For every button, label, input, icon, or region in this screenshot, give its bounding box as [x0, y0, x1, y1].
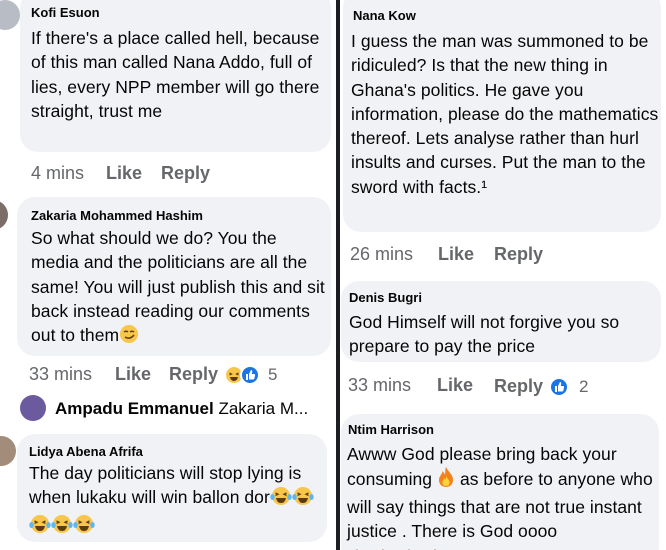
- comment-author[interactable]: Kofi Esuon: [31, 5, 100, 20]
- reply-snippet: Zakaria M...: [218, 399, 309, 418]
- laughing-tears-emoji-icon: [270, 486, 292, 512]
- comment-text: The day politicians will stop lying is w…: [29, 461, 325, 540]
- like-button[interactable]: Like: [106, 163, 142, 184]
- comment-timestamp[interactable]: 4 mins: [31, 163, 84, 184]
- reply-preview[interactable]: Ampadu Emmanuel Zakaria M...: [55, 399, 308, 419]
- avatar[interactable]: [20, 395, 46, 421]
- pray-emoji-group: [347, 546, 659, 550]
- comment-text: Awww God please bring back your consumin…: [347, 442, 659, 550]
- avatar[interactable]: [0, 0, 20, 30]
- like-reaction-icon: [240, 365, 260, 385]
- avatar[interactable]: [0, 436, 16, 466]
- reaction-count[interactable]: 2: [579, 377, 588, 397]
- reaction-summary[interactable]: [549, 377, 573, 399]
- comment-text: God Himself will not forgive you so prep…: [349, 312, 620, 357]
- comment-text: I guess the man was summoned to be ridic…: [351, 31, 659, 197]
- comment-text-body: So what should we do? You the media and …: [31, 228, 325, 346]
- avatar[interactable]: [0, 200, 8, 230]
- reply-button[interactable]: Reply: [169, 364, 218, 385]
- comment-text-body: The day politicians will stop lying is w…: [29, 463, 302, 508]
- smirk-emoji-icon: [119, 324, 139, 350]
- fire-emoji-icon: [437, 466, 455, 494]
- left-comment-column: Kofi Esuon If there's a place called hel…: [0, 0, 336, 550]
- comment-author[interactable]: Denis Bugri: [349, 290, 422, 305]
- like-button[interactable]: Like: [115, 364, 151, 385]
- reply-button[interactable]: Reply: [161, 163, 210, 184]
- reply-author[interactable]: Ampadu Emmanuel: [55, 399, 214, 418]
- reply-button[interactable]: Reply: [494, 376, 543, 397]
- reaction-summary[interactable]: [224, 365, 264, 387]
- reply-button[interactable]: Reply: [494, 244, 543, 265]
- comment-author[interactable]: Zakaria Mohammed Hashim: [31, 208, 203, 223]
- comment-timestamp[interactable]: 26 mins: [350, 244, 413, 265]
- comment-author[interactable]: Nana Kow: [353, 8, 416, 23]
- laughing-tears-emoji-icon: [292, 486, 314, 512]
- comment-text: If there's a place called hell, because …: [31, 28, 320, 121]
- like-button[interactable]: Like: [438, 244, 474, 265]
- laughing-tears-emoji-icon: [73, 514, 95, 540]
- comment-text: So what should we do? You the media and …: [31, 226, 327, 350]
- reaction-count[interactable]: 5: [268, 365, 277, 385]
- like-button[interactable]: Like: [437, 375, 473, 396]
- right-comment-column: Nana Kow I guess the man was summoned to…: [340, 0, 666, 550]
- comment-author[interactable]: Ntim Harrison: [348, 422, 434, 437]
- laughing-tears-emoji-icon: [51, 514, 73, 540]
- like-reaction-icon: [549, 377, 569, 397]
- comment-author[interactable]: Lidya Abena Afrifa: [29, 444, 143, 459]
- comment-timestamp[interactable]: 33 mins: [29, 364, 92, 385]
- comment-timestamp[interactable]: 33 mins: [348, 375, 411, 396]
- laughing-tears-emoji-icon: [29, 514, 51, 540]
